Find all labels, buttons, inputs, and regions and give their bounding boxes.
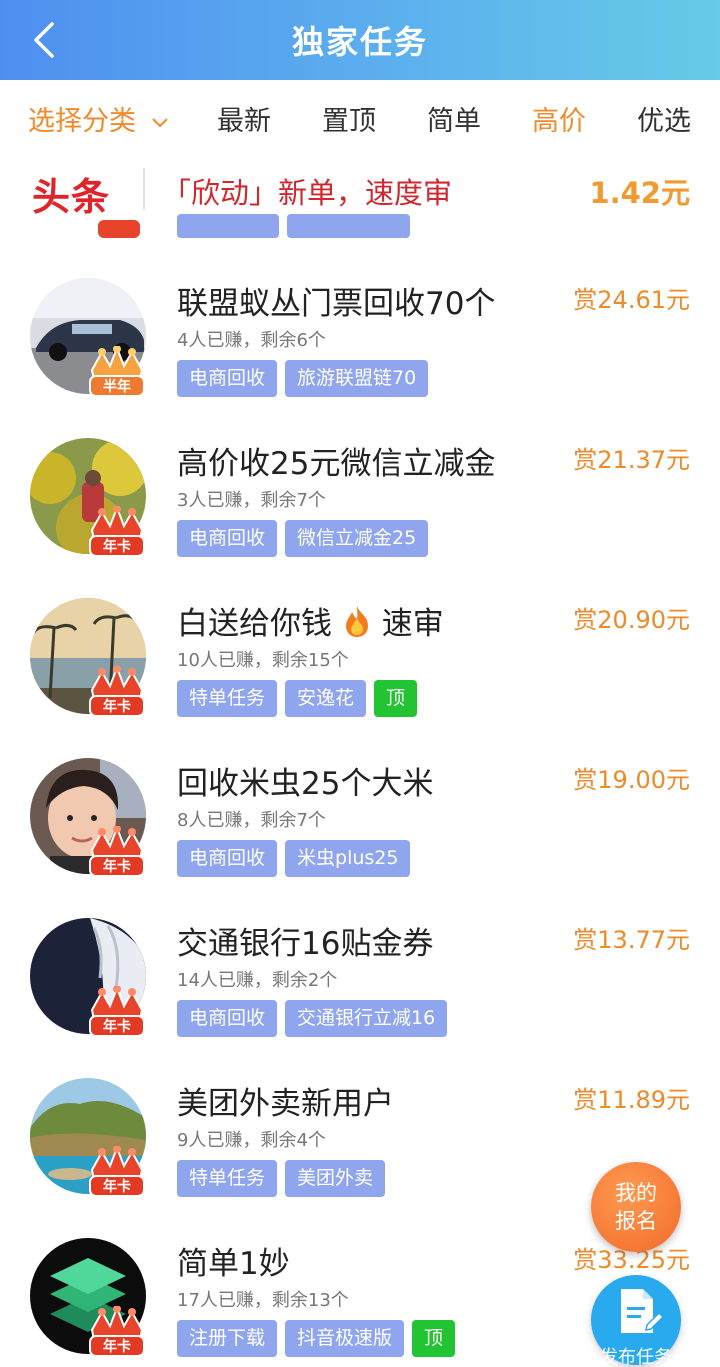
page-title: 独家任务	[291, 23, 428, 61]
filter-high-price[interactable]: 高价	[532, 99, 586, 138]
badge-text: 年卡	[103, 698, 131, 715]
task-stats: 8人已赚，剩余7个	[177, 810, 326, 831]
task-tag: 旅游联盟链70	[285, 360, 429, 397]
task-tags: 电商回收 交通银行立减16	[177, 1000, 448, 1037]
task-title: 白送给你钱 速审	[177, 598, 444, 643]
crown-badge-icon: 年卡	[89, 506, 145, 557]
task-tag: 微信立减金25	[285, 520, 429, 557]
task-reward: 赏19.00元	[573, 766, 690, 794]
task-tag: 特单任务	[177, 680, 278, 717]
task-tags: 特单任务 安逸花 顶	[177, 680, 418, 717]
crown-badge-icon: 半年	[89, 346, 145, 397]
task-title: 高价收25元微信立减金	[177, 446, 496, 482]
task-tags: 电商回收 微信立减金25	[177, 520, 429, 557]
task-tag: 抖音极速版	[285, 1320, 405, 1357]
task-stats: 10人已赚，剩余15个	[177, 650, 349, 671]
crown-badge-icon: 年卡	[89, 826, 145, 877]
pinned-badge: 顶	[374, 680, 418, 717]
app-header: 独家任务	[0, 0, 720, 80]
pinned-badge: 顶	[412, 1320, 456, 1357]
document-edit-icon	[621, 1289, 665, 1333]
filter-pinned[interactable]: 置顶	[322, 99, 376, 138]
task-title: 简单1妙	[177, 1246, 290, 1282]
task-reward: 赏11.89元	[573, 1086, 690, 1114]
banner-text: 「欣动」新单，速度审	[162, 176, 453, 210]
category-selector[interactable]: 选择分类	[28, 99, 169, 138]
badge-text: 半年	[103, 378, 131, 395]
filter-simple[interactable]: 简单	[427, 99, 481, 138]
task-tags: 电商回收 米虫plus25	[177, 840, 411, 877]
task-reward: 赏24.61元	[573, 286, 690, 314]
task-stats: 4人已赚，剩余6个	[177, 330, 326, 351]
fire-icon	[345, 606, 368, 637]
task-tags: 特单任务 美团外卖	[177, 1160, 386, 1197]
task-tag: 交通银行立减16	[285, 1000, 448, 1037]
task-tag: 电商回收	[177, 1000, 278, 1037]
task-tag: 电商回收	[177, 520, 278, 557]
badge-text: 年卡	[103, 1018, 131, 1035]
task-tags: 电商回收 旅游联盟链70	[177, 360, 429, 397]
task-row[interactable]: 年卡 高价收25元微信立减金 赏21.37元 3人已赚，剩余7个 电商回收 微信…	[0, 438, 720, 598]
task-tag: 电商回收	[177, 840, 278, 877]
badge-text: 年卡	[103, 538, 131, 555]
filter-latest[interactable]: 最新	[217, 99, 271, 138]
task-title: 联盟蚁丛门票回收70个	[177, 286, 496, 322]
task-tag: 美团外卖	[285, 1160, 386, 1197]
task-reward: 赏20.90元	[573, 606, 690, 634]
crown-badge-icon: 年卡	[89, 1146, 145, 1197]
badge-text: 年卡	[103, 1178, 131, 1195]
filter-preferred[interactable]: 优选	[637, 99, 691, 138]
task-stats: 17人已赚，剩余13个	[177, 1290, 349, 1311]
task-tag: 特单任务	[177, 1160, 278, 1197]
task-row[interactable]: 年卡 回收米虫25个大米 赏19.00元 8人已赚，剩余7个 电商回收 米虫pl…	[0, 758, 720, 918]
task-stats: 3人已赚，剩余7个	[177, 490, 326, 511]
task-tag: 米虫plus25	[285, 840, 411, 877]
peek-tag	[287, 214, 410, 238]
task-title: 美团外卖新用户	[177, 1086, 394, 1122]
task-tag: 注册下载	[177, 1320, 278, 1357]
task-tag: 电商回收	[177, 360, 278, 397]
back-arrow-icon[interactable]	[28, 18, 68, 62]
my-signups-button[interactable]: 我的 报名	[591, 1162, 681, 1252]
crown-badge-icon: 年卡	[89, 666, 145, 717]
badge-text: 年卡	[103, 858, 131, 875]
task-tag: 安逸花	[285, 680, 367, 717]
task-stats: 9人已赚，剩余4个	[177, 1130, 326, 1151]
category-label: 选择分类	[28, 106, 136, 137]
banner-price: 1.42元	[589, 176, 690, 210]
toutiao-logo: 头条	[32, 175, 111, 219]
crown-badge-icon: 年卡	[89, 986, 145, 1037]
peek-tag	[177, 214, 279, 238]
task-row[interactable]: 年卡 白送给你钱 速审 赏20.90元 10人已赚，剩余15个 特单任务 安逸花…	[0, 598, 720, 758]
banner-divider	[143, 168, 145, 210]
publish-task-label: 发布任务	[600, 1347, 672, 1367]
task-row[interactable]: 半年 联盟蚁丛门票回收70个 赏24.61元 4人已赚，剩余6个 电商回收 旅游…	[0, 278, 720, 438]
task-title: 回收米虫25个大米	[177, 766, 434, 802]
task-title-suffix: 速审	[381, 606, 444, 642]
task-title-text: 白送给你钱	[177, 606, 332, 642]
my-signups-line1: 我的	[615, 1181, 657, 1205]
my-signups-line2: 报名	[615, 1209, 657, 1233]
task-reward: 赏21.37元	[573, 446, 690, 474]
task-tags: 注册下载 抖音极速版 顶	[177, 1320, 456, 1357]
crown-badge-icon: 年卡	[89, 1306, 145, 1357]
publish-task-button[interactable]: 发布任务	[591, 1275, 681, 1367]
task-stats: 14人已赚，剩余2个	[177, 970, 338, 991]
task-reward: 赏13.77元	[573, 926, 690, 954]
chevron-down-icon	[151, 117, 168, 127]
task-row[interactable]: 年卡 交通银行16贴金券 赏13.77元 14人已赚，剩余2个 电商回收 交通银…	[0, 918, 720, 1078]
badge-text: 年卡	[103, 1338, 131, 1355]
task-title: 交通银行16贴金券	[177, 926, 434, 962]
crown-badge-icon	[98, 220, 140, 238]
